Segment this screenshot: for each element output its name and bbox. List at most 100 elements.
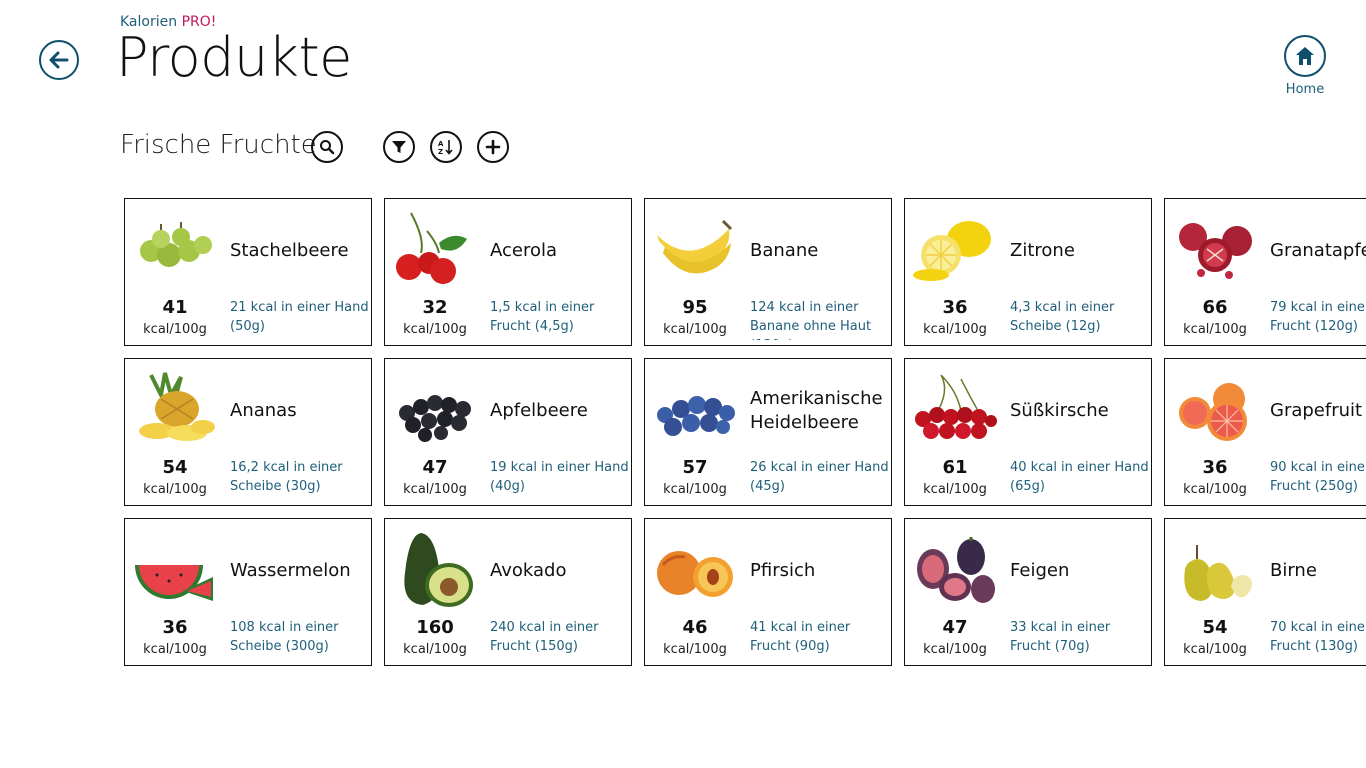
- product-kcal-unit: kcal/100g: [1183, 642, 1247, 657]
- product-kcal: 47: [942, 617, 968, 638]
- product-kcal-unit: kcal/100g: [923, 642, 987, 657]
- category-title: Frische Fruchte: [120, 130, 317, 160]
- product-name: Süßkirsche: [1010, 400, 1109, 421]
- peach-image: [657, 551, 733, 597]
- gooseberry-image: [140, 222, 212, 267]
- product-portion: 33 kcal in einer Frucht (70g): [1010, 620, 1111, 654]
- product-name: Apfelbeere: [490, 400, 588, 421]
- product-kcal-unit: kcal/100g: [663, 482, 727, 497]
- product-portion: 70 kcal in einer Frucht (130g): [1270, 620, 1366, 654]
- avocado-image: [404, 533, 473, 607]
- pear-image: [1184, 545, 1252, 601]
- product-portion: 41 kcal in einer Frucht (90g): [750, 620, 851, 654]
- back-button[interactable]: [39, 40, 79, 80]
- product-tile[interactable]: Banane 95 kcal/100g 124 kcal in einer Banan…: [644, 198, 892, 346]
- product-portion: 19 kcal in einer Hand (40g): [490, 460, 629, 494]
- product-kcal: 57: [682, 457, 708, 478]
- product-kcal: 160: [416, 617, 454, 638]
- home-button[interactable]: [1284, 35, 1326, 77]
- product-tile[interactable]: Acerola 32 kcal/100g 1,5 kcal in einer Fruc…: [384, 198, 632, 346]
- sort-az-icon: A Z: [438, 140, 453, 156]
- acerola-image: [396, 212, 467, 284]
- add-button[interactable]: [477, 131, 509, 163]
- product-name: Stachelbeere: [230, 240, 349, 261]
- product-name: Wassermelon: [230, 560, 351, 581]
- product-portion: 240 kcal in einer Frucht (150g): [490, 620, 599, 654]
- svg-text:A: A: [438, 140, 444, 148]
- product-kcal-unit: kcal/100g: [403, 322, 467, 337]
- cherry-image: [915, 374, 997, 439]
- product-tile[interactable]: Avokado 160 kcal/100g 240 kcal in einer Fru…: [384, 518, 632, 666]
- product-kcal: 95: [682, 297, 708, 318]
- product-portion: 16,2 kcal in einer Scheibe (30g): [230, 460, 343, 494]
- product-kcal: 36: [942, 297, 968, 318]
- banana-image: [657, 219, 733, 274]
- product-kcal-unit: kcal/100g: [143, 642, 207, 657]
- svg-text:Z: Z: [438, 148, 443, 156]
- product-name: Granatapfel: [1270, 240, 1366, 261]
- product-kcal: 66: [1202, 297, 1228, 318]
- product-name: Acerola: [490, 240, 558, 261]
- lemon-image: [913, 221, 991, 281]
- product-kcal-unit: kcal/100g: [143, 482, 207, 497]
- product-portion: 90 kcal in einer Frucht (250g): [1270, 460, 1366, 494]
- product-kcal-unit: kcal/100g: [1183, 322, 1247, 337]
- product-name: Pfirsich: [750, 560, 816, 581]
- filter-button[interactable]: [383, 131, 415, 163]
- fig-image: [917, 537, 995, 603]
- pineapple-image: [139, 372, 215, 441]
- product-tile[interactable]: Ananas 54 kcal/100g 16,2 kcal in einer Sche…: [124, 358, 372, 506]
- product-kcal-unit: kcal/100g: [1183, 482, 1247, 497]
- product-kcal-unit: kcal/100g: [663, 322, 727, 337]
- page-title: Produkte: [116, 26, 352, 89]
- product-name: Amerikanische Heidelbeere: [750, 388, 883, 433]
- product-tile[interactable]: Apfelbeere 47 kcal/100g 19 kcal in einer Ha…: [384, 358, 632, 506]
- home-label: Home: [1285, 82, 1325, 97]
- aronia-image: [399, 395, 471, 442]
- search-button[interactable]: [311, 131, 343, 163]
- product-tile[interactable]: Birne 54 kcal/100g 70 kcal in einer Frucht …: [1164, 518, 1366, 666]
- product-name: Ananas: [230, 400, 297, 421]
- product-name: Banane: [750, 240, 819, 261]
- product-kcal: 46: [682, 617, 708, 638]
- product-kcal-unit: kcal/100g: [663, 642, 727, 657]
- watermelon-image: [135, 565, 213, 601]
- home-icon: [1296, 47, 1314, 65]
- grapefruit-image: [1179, 383, 1247, 441]
- product-kcal: 36: [1202, 457, 1228, 478]
- product-portion: 21 kcal in einer Hand (50g): [230, 300, 369, 334]
- product-kcal-unit: kcal/100g: [923, 322, 987, 337]
- product-kcal: 41: [162, 297, 188, 318]
- product-kcal: 54: [1202, 617, 1228, 638]
- product-tile[interactable]: Pfirsich 46 kcal/100g 41 kcal in einer Fruc…: [644, 518, 892, 666]
- product-tile[interactable]: Amerikanische Heidelbeere 57 kcal/100g 26 k…: [644, 358, 892, 506]
- product-kcal: 61: [942, 457, 968, 478]
- product-kcal: 32: [422, 297, 448, 318]
- sort-button[interactable]: A Z: [430, 131, 462, 163]
- product-portion: 4,3 kcal in einer Scheibe (12g): [1010, 300, 1115, 334]
- product-tile[interactable]: Süßkirsche 61 kcal/100g 40 kcal in einer Ha…: [904, 358, 1152, 506]
- product-kcal-unit: kcal/100g: [923, 482, 987, 497]
- product-kcal-unit: kcal/100g: [403, 642, 467, 657]
- product-tile[interactable]: Grapefruit 36 kcal/100g 90 kcal in einer Fr…: [1164, 358, 1366, 506]
- product-name: Zitrone: [1010, 240, 1075, 261]
- product-tile[interactable]: Feigen 47 kcal/100g 33 kcal in einer Frucht…: [904, 518, 1152, 666]
- product-portion: 79 kcal in einer Frucht (120g): [1270, 300, 1366, 334]
- product-portion: 124 kcal in einer Banane ohne Haut (130g…: [750, 300, 872, 340]
- product-kcal: 36: [162, 617, 188, 638]
- product-tile[interactable]: Stachelbeere 41 kcal/100g 21 kcal in einer …: [124, 198, 372, 346]
- product-tile[interactable]: Granatapfel 66 kcal/100g 79 kcal in einer F…: [1164, 198, 1366, 346]
- arrow-left-icon: [49, 51, 69, 69]
- pomegranate-image: [1179, 223, 1252, 279]
- product-portion: 26 kcal in einer Hand (45g): [750, 460, 889, 494]
- product-kcal: 47: [422, 457, 448, 478]
- product-name: Grapefruit: [1270, 400, 1363, 421]
- product-kcal: 54: [162, 457, 188, 478]
- product-tile[interactable]: Zitrone 36 kcal/100g 4,3 kcal in einer Sche…: [904, 198, 1152, 346]
- search-icon: [320, 140, 335, 155]
- blueberry-image: [657, 396, 735, 436]
- product-tile[interactable]: Wassermelon 36 kcal/100g 108 kcal in einer …: [124, 518, 372, 666]
- product-portion: 1,5 kcal in einer Frucht (4,5g): [490, 300, 595, 334]
- product-kcal-unit: kcal/100g: [403, 482, 467, 497]
- product-name: Avokado: [490, 560, 567, 581]
